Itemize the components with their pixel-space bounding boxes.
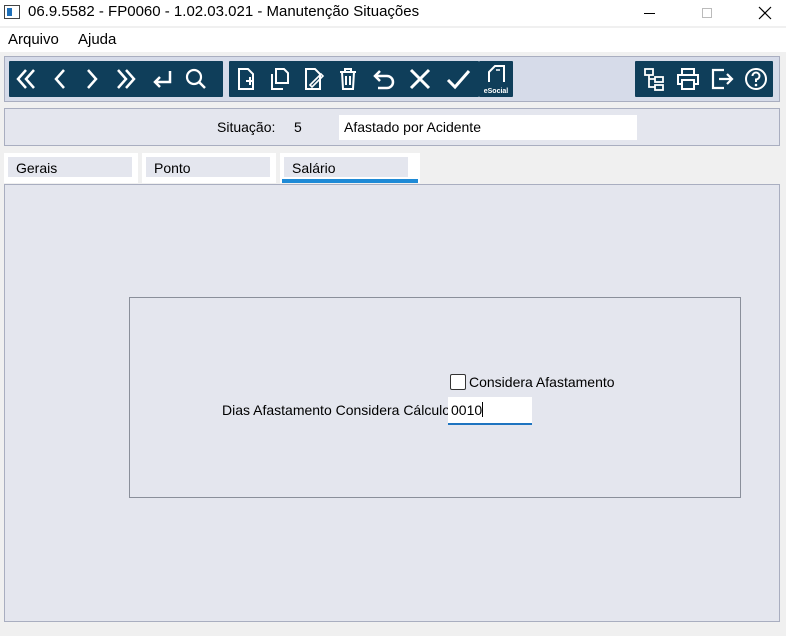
edit-icon xyxy=(305,68,325,90)
exit-icon xyxy=(711,68,734,90)
confirm-icon xyxy=(446,70,471,90)
return-button[interactable] xyxy=(147,65,177,93)
last-record-button[interactable] xyxy=(111,65,141,93)
title-bar: 06.9.5582 - FP0060 - 1.02.03.021 - Manut… xyxy=(0,0,786,26)
esocial-label: eSocial xyxy=(483,88,509,95)
situacao-code-field[interactable]: 5 xyxy=(279,115,335,139)
app-window: 06.9.5582 - FP0060 - 1.02.03.021 - Manut… xyxy=(0,0,786,636)
utility-group xyxy=(635,61,773,97)
next-icon xyxy=(87,69,98,89)
tab-salario-label: Salário xyxy=(284,157,408,177)
last-icon xyxy=(117,69,136,89)
situacao-label: Situação: xyxy=(217,119,276,135)
minimize-button[interactable] xyxy=(626,0,672,26)
cancel-button[interactable] xyxy=(405,65,435,93)
dias-afastamento-value: 0010 xyxy=(451,402,483,418)
delete-button[interactable] xyxy=(333,65,363,93)
tab-gerais[interactable]: Gerais xyxy=(4,153,138,183)
copy-icon xyxy=(271,68,289,90)
search-icon xyxy=(185,68,206,89)
esocial-button[interactable]: eSocial xyxy=(479,61,513,97)
tab-ponto-label: Ponto xyxy=(146,157,270,177)
toolbar: eSocial xyxy=(4,56,780,102)
menu-arquivo[interactable]: Arquivo xyxy=(8,31,59,48)
considera-afastamento-checkbox[interactable] xyxy=(450,374,466,390)
next-record-button[interactable] xyxy=(77,65,107,93)
search-button[interactable] xyxy=(181,65,211,93)
confirm-button[interactable] xyxy=(443,65,473,93)
active-tab-indicator xyxy=(282,179,418,183)
exit-button[interactable] xyxy=(707,65,737,93)
tab-content-salario: Considera Afastamento Dias Afastamento C… xyxy=(4,184,780,622)
menu-ajuda[interactable]: Ajuda xyxy=(78,31,116,48)
undo-button[interactable] xyxy=(369,65,399,93)
previous-record-button[interactable] xyxy=(45,65,75,93)
situacao-header: Situação: 5 Afastado por Acidente xyxy=(4,108,780,146)
first-record-button[interactable] xyxy=(11,65,41,93)
edit-group xyxy=(229,61,479,97)
new-icon xyxy=(238,68,254,90)
undo-icon xyxy=(373,70,395,90)
first-icon xyxy=(16,69,35,89)
hierarchy-icon xyxy=(644,68,664,91)
copy-button[interactable] xyxy=(265,65,295,93)
edit-button[interactable] xyxy=(299,65,329,93)
close-button[interactable] xyxy=(742,0,786,26)
dias-afastamento-label: Dias Afastamento Considera Cálculo: xyxy=(222,402,454,418)
help-button[interactable] xyxy=(741,65,771,93)
window-title: 06.9.5582 - FP0060 - 1.02.03.021 - Manut… xyxy=(28,3,420,20)
maximize-button[interactable] xyxy=(684,0,730,26)
text-caret xyxy=(482,402,484,417)
print-button[interactable] xyxy=(673,65,703,93)
app-icon xyxy=(4,5,20,19)
tab-gerais-label: Gerais xyxy=(8,157,132,177)
close-icon xyxy=(758,6,772,20)
new-button[interactable] xyxy=(231,65,261,93)
hierarchy-button[interactable] xyxy=(639,65,669,93)
considera-afastamento-row: Considera Afastamento xyxy=(450,374,615,390)
print-icon xyxy=(677,68,699,90)
salario-group-box: Considera Afastamento Dias Afastamento C… xyxy=(129,297,741,498)
tab-ponto[interactable]: Ponto xyxy=(142,153,276,183)
navigation-group xyxy=(9,61,223,97)
situacao-description-field[interactable]: Afastado por Acidente xyxy=(339,115,637,140)
considera-afastamento-label: Considera Afastamento xyxy=(469,374,615,390)
tab-salario[interactable]: Salário xyxy=(280,153,420,183)
esocial-icon xyxy=(488,65,505,82)
cancel-icon xyxy=(409,68,431,90)
help-icon xyxy=(745,68,767,90)
dias-afastamento-input[interactable]: 0010 xyxy=(448,397,532,425)
tab-bar: Gerais Ponto Salário xyxy=(4,153,780,185)
delete-icon xyxy=(340,68,356,90)
menu-bar: Arquivo Ajuda xyxy=(0,28,786,52)
previous-icon xyxy=(54,69,65,89)
return-icon xyxy=(153,71,172,88)
